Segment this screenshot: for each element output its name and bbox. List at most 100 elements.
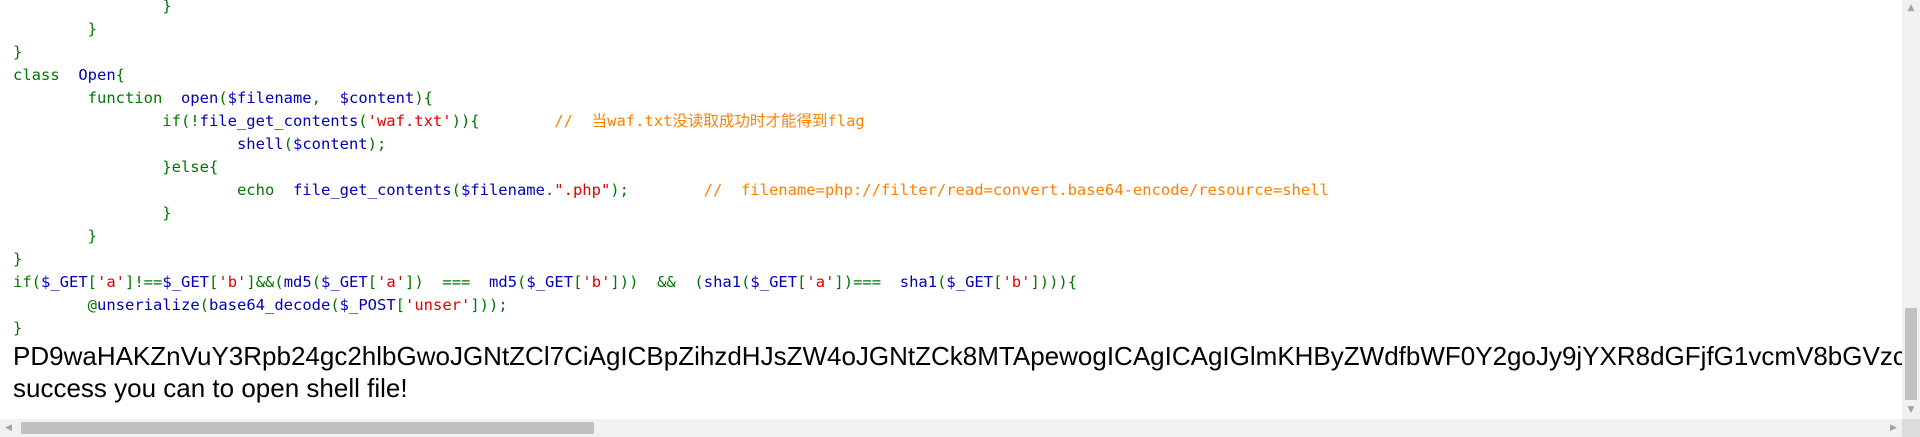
horizontal-scroll-thumb[interactable]: [21, 422, 594, 434]
code-token: 'b': [582, 273, 611, 291]
code-token: ]&&(: [246, 273, 284, 291]
code-token: file_get_contents: [292, 181, 452, 199]
vertical-scrollbar[interactable]: ▲ ▼: [1902, 0, 1920, 419]
code-token: }: [13, 250, 23, 268]
code-token: $filename: [460, 181, 545, 199]
code-token: (: [358, 112, 368, 130]
code-token: }: [162, 0, 172, 15]
code-line: }: [13, 18, 1329, 41]
code-token: {: [115, 66, 126, 84]
code-token: ])) && (: [610, 273, 704, 291]
vertical-scroll-thumb[interactable]: [1905, 308, 1917, 400]
code-token: [: [367, 273, 378, 291]
code-token: [: [209, 273, 219, 291]
code-token: (: [741, 273, 751, 291]
code-line: if(!file_get_contents('waf.txt')){ // 当w…: [13, 110, 1329, 133]
code-token: .: [544, 181, 555, 199]
code-token: 'a': [377, 273, 406, 291]
code-line: }: [13, 202, 1329, 225]
code-token: $_GET: [946, 273, 994, 291]
code-token: ]));: [470, 296, 508, 314]
code-line: }: [13, 248, 1329, 271]
code-token: // filename=php://filter/read=convert.ba…: [703, 181, 1329, 199]
code-token: (: [218, 89, 228, 107]
code-token: (: [330, 296, 340, 314]
code-token: $_GET: [162, 273, 210, 291]
code-line: }: [13, 317, 1329, 340]
code-line: }: [13, 225, 1329, 248]
code-token: open: [171, 89, 219, 107]
code-token: }: [13, 204, 172, 222]
scroll-right-arrow-icon[interactable]: ▶: [1885, 419, 1902, 437]
code-token: (: [517, 273, 527, 291]
code-token: 'waf.txt': [367, 112, 452, 130]
code-token: Open: [69, 66, 116, 84]
code-token: sha1: [899, 273, 938, 291]
code-token: );: [367, 135, 387, 153]
code-token: $content: [292, 135, 368, 153]
code-token: $_GET: [321, 273, 368, 291]
code-token: if(: [13, 273, 41, 291]
code-token: $filename: [227, 89, 312, 107]
code-line: if($_GET['a']!==$_GET['b']&&(md5($_GET['…: [13, 271, 1329, 294]
code-token: [: [87, 273, 98, 291]
code-token: }: [13, 227, 97, 245]
code-token: echo: [13, 181, 293, 199]
code-token: md5: [489, 273, 518, 291]
code-token: );: [610, 181, 704, 199]
code-line: }: [13, 41, 1329, 64]
code-line: class Open{: [13, 64, 1329, 87]
scrollbar-corner: [1902, 419, 1920, 437]
code-token: file_get_contents: [199, 112, 359, 130]
code-token: ,: [311, 89, 340, 107]
scroll-left-arrow-icon[interactable]: ◀: [0, 419, 17, 437]
code-token: $_GET: [526, 273, 574, 291]
code-token: ".php": [554, 181, 611, 199]
code-token: (: [311, 273, 322, 291]
code-line: shell($content);: [13, 133, 1329, 156]
highlighted-source-code: } }} class Open{ function open($filename,…: [13, 0, 1329, 340]
scroll-down-arrow-icon[interactable]: ▼: [1902, 402, 1920, 419]
code-token: )){: [451, 112, 555, 130]
page-output: PD9waHAKZnVuY3Rpb24gc2hlbGwoJGNtZCl7CiAg…: [13, 340, 1902, 404]
code-line: function open($filename, $content){: [13, 87, 1329, 110]
code-token: function: [13, 89, 172, 107]
code-token: // 当waf.txt没读取成功时才能得到flag: [554, 112, 865, 130]
scroll-up-arrow-icon[interactable]: ▲: [1902, 0, 1920, 17]
code-token: @: [13, 296, 97, 314]
success-message: success you can to open shell file!: [13, 373, 408, 403]
code-token: if(!: [13, 112, 200, 130]
code-token: ]!==: [125, 273, 163, 291]
code-token: $_GET: [41, 273, 88, 291]
code-token: 'b': [218, 273, 247, 291]
code-token: ]) ===: [405, 273, 490, 291]
code-token: ]))){: [1030, 273, 1078, 291]
code-token: 'b': [1002, 273, 1031, 291]
code-token: md5: [283, 273, 312, 291]
horizontal-scrollbar[interactable]: ◀ ▶: [0, 419, 1902, 437]
code-token: }: [13, 43, 23, 61]
code-token: base64_decode: [209, 296, 331, 314]
code-line: echo file_get_contents($filename.".php")…: [13, 179, 1329, 202]
code-token: $_GET: [750, 273, 798, 291]
code-token: (: [199, 296, 209, 314]
code-token: 'unser': [405, 296, 471, 314]
code-token: shell: [236, 135, 284, 153]
code-token: 'a': [806, 273, 835, 291]
code-line: }else{: [13, 156, 1329, 179]
code-token: sha1: [703, 273, 742, 291]
code-token: ])===: [834, 273, 900, 291]
code-line: @unserialize(base64_decode($_POST['unser…: [13, 294, 1329, 317]
code-token: (: [451, 181, 461, 199]
base64-output-text: PD9waHAKZnVuY3Rpb24gc2hlbGwoJGNtZCl7CiAg…: [13, 341, 1902, 371]
page-viewport: } }} class Open{ function open($filename,…: [0, 0, 1902, 419]
code-token: [: [573, 273, 583, 291]
code-token: 'a': [97, 273, 126, 291]
code-token: $content: [339, 89, 415, 107]
code-token: }: [87, 20, 97, 38]
code-token: unserialize: [97, 296, 200, 314]
code-token: }else{: [13, 158, 219, 176]
